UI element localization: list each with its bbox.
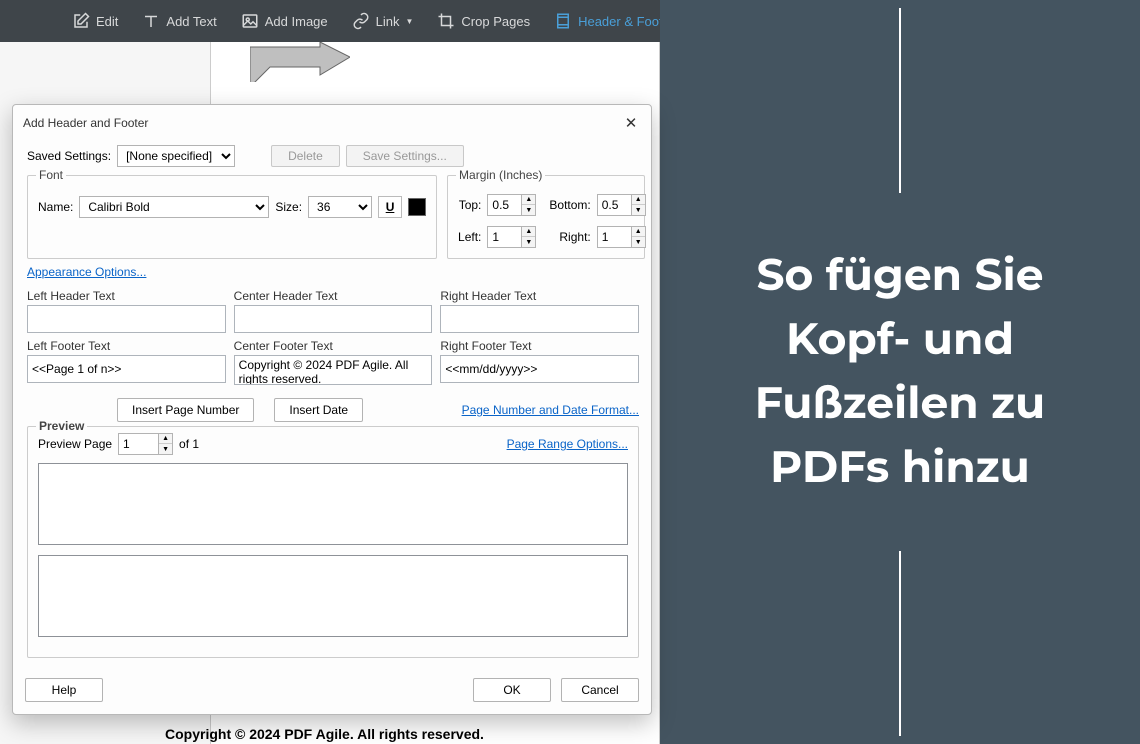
preview-header-box	[38, 463, 628, 545]
spin-up-icon[interactable]: ▲	[522, 227, 535, 237]
preview-page-label: Preview Page	[38, 437, 112, 451]
decor-line-bottom	[899, 551, 901, 736]
center-footer-input[interactable]: Copyright © 2024 PDF Agile. All rights r…	[234, 355, 433, 385]
preview-page-input[interactable]: ▲▼	[118, 433, 173, 455]
preview-footer-box	[38, 555, 628, 637]
margin-fieldset: Margin (Inches) Top: ▲▼ Bottom: ▲▼ Left:…	[447, 175, 645, 259]
tb-add-image-label: Add Image	[265, 14, 328, 29]
font-fieldset: Font Name: Calibri Bold Size: 36 U	[27, 175, 437, 259]
header-footer-icon	[554, 12, 572, 30]
right-header-label: Right Header Text	[440, 289, 639, 303]
chevron-down-icon: ▼	[406, 17, 414, 26]
spin-up-icon[interactable]: ▲	[632, 227, 645, 237]
margin-bottom-input[interactable]: ▲▼	[597, 194, 653, 216]
text-icon	[142, 12, 160, 30]
font-size-label: Size:	[275, 200, 302, 214]
tb-edit-label: Edit	[96, 14, 118, 29]
margin-right-input[interactable]: ▲▼	[597, 226, 653, 248]
decor-line-top	[899, 8, 901, 193]
saved-settings-label: Saved Settings:	[27, 149, 111, 163]
spin-down-icon[interactable]: ▼	[632, 205, 645, 215]
close-button[interactable]: ✕	[621, 113, 641, 133]
margin-fs-label: Margin (Inches)	[456, 168, 545, 182]
margin-left-label: Left:	[458, 230, 481, 244]
saved-settings-select[interactable]: [None specified]	[117, 145, 235, 167]
left-header-input[interactable]	[27, 305, 226, 333]
side-panel-title: So fügen Sie Kopf- und Fußzeilen zu PDFs…	[700, 244, 1100, 499]
insert-page-number-button[interactable]: Insert Page Number	[117, 398, 254, 422]
image-icon	[241, 12, 259, 30]
appearance-options-link[interactable]: Appearance Options...	[27, 265, 146, 279]
page-number-date-format-link[interactable]: Page Number and Date Format...	[462, 403, 639, 417]
tb-edit[interactable]: Edit	[60, 0, 130, 42]
edit-icon	[72, 12, 90, 30]
tb-crop-label: Crop Pages	[461, 14, 530, 29]
center-header-input[interactable]	[234, 305, 433, 333]
crop-icon	[437, 12, 455, 30]
left-footer-input[interactable]	[27, 355, 226, 383]
preview-fieldset: Preview Preview Page ▲▼ of 1 Page Range …	[27, 426, 639, 658]
spin-up-icon[interactable]: ▲	[632, 195, 645, 205]
tb-link-label: Link	[376, 14, 400, 29]
margin-top-label: Top:	[458, 198, 481, 212]
page-copyright-text: Copyright © 2024 PDF Agile. All rights r…	[165, 726, 484, 742]
spin-up-icon[interactable]: ▲	[522, 195, 535, 205]
spin-up-icon[interactable]: ▲	[159, 434, 172, 444]
right-header-input[interactable]	[440, 305, 639, 333]
link-icon	[352, 12, 370, 30]
ok-button[interactable]: OK	[473, 678, 551, 702]
left-header-label: Left Header Text	[27, 289, 226, 303]
margin-right-label: Right:	[549, 230, 590, 244]
font-fs-label: Font	[36, 168, 66, 182]
tb-add-text[interactable]: Add Text	[130, 0, 228, 42]
save-settings-button[interactable]: Save Settings...	[346, 145, 464, 167]
tb-crop[interactable]: Crop Pages	[425, 0, 542, 42]
left-footer-label: Left Footer Text	[27, 339, 226, 353]
tb-link[interactable]: Link ▼	[340, 0, 426, 42]
font-name-select[interactable]: Calibri Bold	[79, 196, 269, 218]
add-header-footer-dialog: Add Header and Footer ✕ Saved Settings: …	[12, 104, 652, 715]
page-range-options-link[interactable]: Page Range Options...	[507, 437, 628, 451]
cancel-button[interactable]: Cancel	[561, 678, 639, 702]
underline-button[interactable]: U	[378, 196, 402, 218]
preview-fs-label: Preview	[36, 419, 87, 433]
help-button[interactable]: Help	[25, 678, 103, 702]
arrow-shape	[250, 42, 350, 82]
font-color-swatch[interactable]	[408, 198, 426, 216]
tb-add-text-label: Add Text	[166, 14, 216, 29]
right-footer-input[interactable]	[440, 355, 639, 383]
delete-button[interactable]: Delete	[271, 145, 340, 167]
margin-bottom-label: Bottom:	[549, 198, 590, 212]
right-footer-label: Right Footer Text	[440, 339, 639, 353]
spin-down-icon[interactable]: ▼	[522, 237, 535, 247]
font-name-label: Name:	[38, 200, 73, 214]
center-header-label: Center Header Text	[234, 289, 433, 303]
side-panel: So fügen Sie Kopf- und Fußzeilen zu PDFs…	[660, 0, 1140, 744]
spin-down-icon[interactable]: ▼	[522, 205, 535, 215]
of-pages-label: of 1	[179, 437, 199, 451]
font-size-select[interactable]: 36	[308, 196, 372, 218]
margin-top-input[interactable]: ▲▼	[487, 194, 543, 216]
spin-down-icon[interactable]: ▼	[159, 444, 172, 454]
margin-left-input[interactable]: ▲▼	[487, 226, 543, 248]
spin-down-icon[interactable]: ▼	[632, 237, 645, 247]
dialog-title: Add Header and Footer	[23, 116, 148, 130]
tb-add-image[interactable]: Add Image	[229, 0, 340, 42]
center-footer-label: Center Footer Text	[234, 339, 433, 353]
insert-date-button[interactable]: Insert Date	[274, 398, 363, 422]
